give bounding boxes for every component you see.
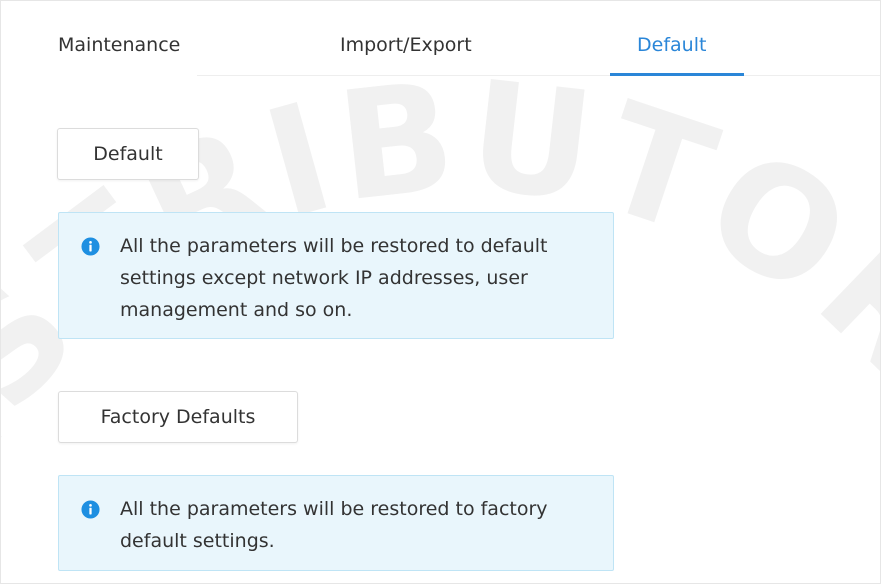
tab-maintenance[interactable]: Maintenance bbox=[58, 33, 180, 57]
default-notice: All the parameters will be restored to d… bbox=[58, 212, 614, 339]
factory-defaults-button-label: Factory Defaults bbox=[100, 406, 256, 428]
default-button-label: Default bbox=[93, 143, 163, 165]
page-frame: DISTRIBUTOR Maintenance Import/Export De… bbox=[0, 0, 881, 584]
default-button[interactable]: Default bbox=[57, 128, 199, 180]
tab-bar-divider bbox=[197, 75, 880, 76]
info-icon bbox=[81, 237, 100, 256]
tab-bar: Maintenance Import/Export Default bbox=[1, 1, 880, 77]
factory-notice-text: All the parameters will be restored to f… bbox=[120, 498, 548, 552]
factory-defaults-button[interactable]: Factory Defaults bbox=[58, 391, 298, 443]
active-tab-indicator bbox=[610, 73, 744, 76]
tab-default[interactable]: Default bbox=[637, 33, 706, 57]
tab-import-export[interactable]: Import/Export bbox=[340, 33, 472, 57]
factory-notice: All the parameters will be restored to f… bbox=[58, 475, 614, 571]
info-icon bbox=[81, 500, 100, 519]
default-notice-text: All the parameters will be restored to d… bbox=[120, 235, 548, 321]
